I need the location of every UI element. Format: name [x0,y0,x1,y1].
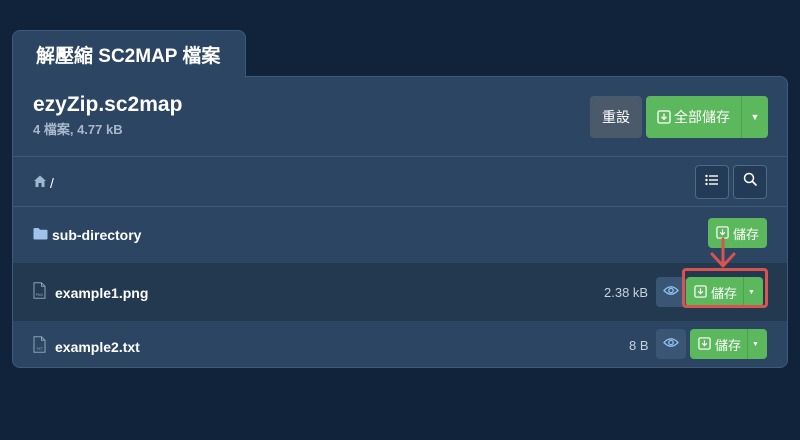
txt-file-icon: TXT [33,336,46,358]
save-dropdown-caret-icon[interactable]: ▼ [747,329,763,359]
archive-name: ezyZip.sc2map [33,93,183,116]
file-name[interactable]: sub-directory [52,227,141,243]
save-button-group: 儲存 ▼ [690,329,767,359]
save-label: 儲存 [715,337,742,353]
search-icon [743,172,758,192]
file-size: 2.38 kB [604,285,649,300]
preview-button[interactable] [656,329,686,359]
file-row-example2[interactable]: TXT example2.txt 8 B 儲存 ▼ [13,321,787,367]
search-button[interactable] [733,165,767,199]
archive-header: ezyZip.sc2map 4 檔案, 4.77 kB 重設 全部儲存 ▼ [13,77,787,157]
breadcrumb: / [33,174,54,191]
save-button[interactable]: 儲存 [690,329,747,359]
eye-icon [663,335,679,353]
png-file-icon: PNG [33,282,46,304]
reset-button-label: 重設 [602,109,630,125]
archive-panel: ezyZip.sc2map 4 檔案, 4.77 kB 重設 全部儲存 ▼ / [12,76,788,368]
list-view-icon [705,173,719,191]
file-name[interactable]: example1.png [55,285,148,301]
save-all-label: 全部儲存 [674,109,730,125]
pointer-arrow-icon [710,237,736,268]
highlight-box [682,268,768,308]
file-toolbar: / [13,157,787,207]
file-size: 8 B [629,338,649,353]
download-icon [657,110,671,124]
svg-text:TXT: TXT [35,347,44,351]
list-view-button[interactable] [695,165,729,199]
folder-icon [33,227,48,245]
file-row-sub-directory[interactable]: sub-directory 儲存 [13,208,787,263]
download-icon [698,337,712,351]
svg-text:PNG: PNG [36,293,44,297]
save-all-dropdown-caret-icon[interactable]: ▼ [742,96,768,138]
breadcrumb-separator: / [50,174,54,191]
tab-title-text: 解壓縮 SC2MAP 檔案 [36,46,221,67]
archive-meta: 4 檔案, 4.77 kB [33,122,123,137]
file-name[interactable]: example2.txt [55,339,140,355]
reset-button[interactable]: 重設 [590,96,642,138]
home-icon[interactable] [33,174,47,191]
save-all-button-group: 全部儲存 ▼ [646,96,768,138]
eye-icon [663,283,679,301]
page-tab-title: 解壓縮 SC2MAP 檔案 [12,30,246,78]
file-row-example1[interactable]: PNG example1.png 2.38 kB 儲存 ▼ [13,263,787,321]
save-all-button[interactable]: 全部儲存 [646,96,742,138]
